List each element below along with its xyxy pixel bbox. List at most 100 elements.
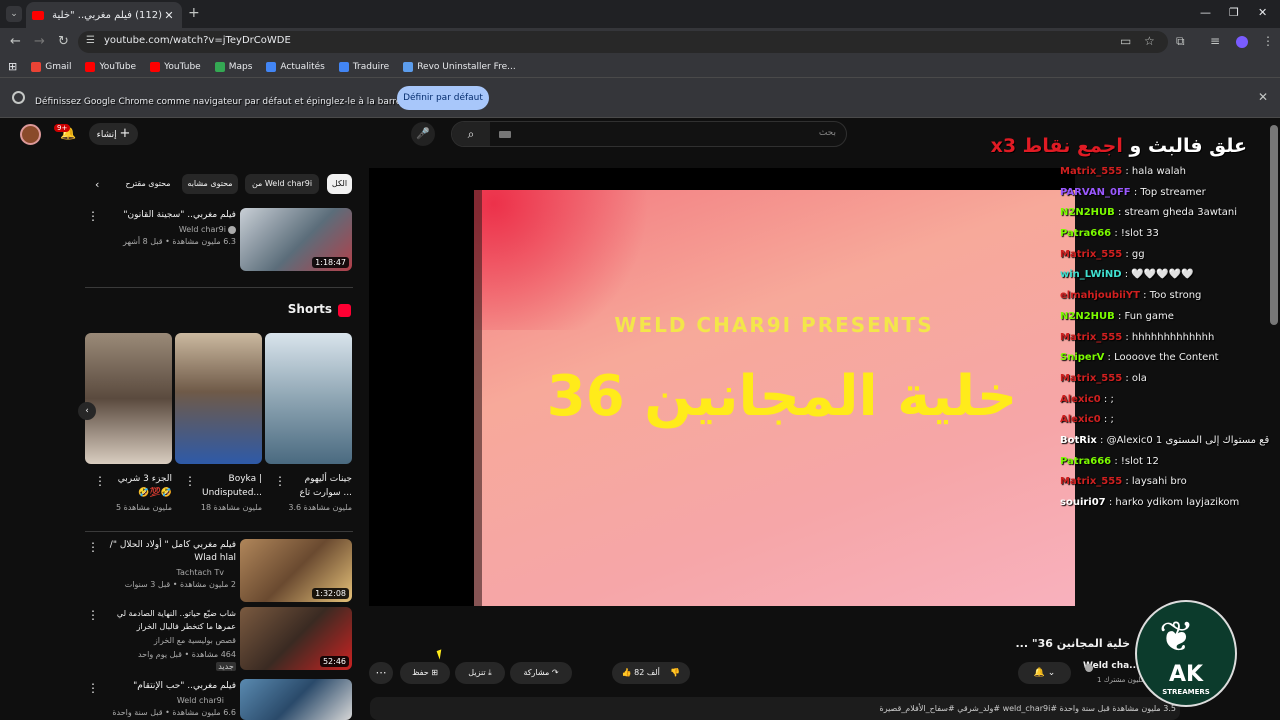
- more-options-icon[interactable]: ⋮: [184, 474, 196, 488]
- chat-separator: :: [1096, 434, 1107, 446]
- minimize-icon[interactable]: —: [1200, 6, 1211, 19]
- cast-icon[interactable]: ▭: [1120, 34, 1131, 48]
- site-info-icon[interactable]: ☰: [86, 35, 95, 46]
- bookmark-favicon-icon: [338, 61, 349, 72]
- apps-grid-icon[interactable]: ⊞: [8, 60, 17, 73]
- channel-name[interactable]: Tachtach Tv: [100, 568, 224, 577]
- video-meta: 6.6 مليون مشاهدة • قبل سنة واحدة: [112, 708, 236, 717]
- light-glow: [474, 190, 674, 330]
- restore-icon[interactable]: ❐: [1229, 6, 1239, 19]
- bookmark-item[interactable]: Revo Uninstaller Fre...: [403, 61, 516, 72]
- set-default-button[interactable]: Définir par défaut: [397, 86, 489, 110]
- verified-icon: [1085, 664, 1093, 672]
- close-tab-icon[interactable]: ✕: [162, 9, 176, 22]
- short-thumbnail-2[interactable]: [175, 333, 262, 464]
- save-button[interactable]: حفظ ⊞: [400, 662, 450, 684]
- short-title[interactable]: Boyka | Undisputed...: [196, 472, 262, 500]
- like-icon[interactable]: 👍: [622, 668, 632, 677]
- search-icon[interactable]: ⌕: [452, 122, 490, 146]
- account-avatar[interactable]: [20, 124, 41, 145]
- bookmark-label: YouTube: [99, 61, 137, 72]
- bookmark-item[interactable]: Gmail: [31, 61, 71, 72]
- infobar-message: Définissez Google Chrome comme navigateu…: [35, 97, 454, 107]
- save-icon: ⊞: [431, 668, 438, 677]
- bookmark-item[interactable]: Traduire: [338, 61, 390, 72]
- bookmark-star-icon[interactable]: ☆: [1144, 34, 1155, 48]
- reading-list-icon[interactable]: ≡: [1210, 34, 1220, 48]
- video-title[interactable]: فيلم مغربي.. "حب الإنتقام": [100, 680, 236, 693]
- chat-username: PARVAN_0FF: [1060, 186, 1131, 198]
- subscription-bell-button[interactable]: 🔔 ⌄: [1018, 662, 1071, 684]
- extensions-icon[interactable]: ⧉: [1176, 34, 1185, 49]
- bookmarks-bar: ⊞ Gmail YouTube YouTube Maps Actualités Tradu…: [0, 56, 1280, 78]
- bookmark-label: Traduire: [352, 61, 390, 72]
- video-thumbnail[interactable]: 1:32:08: [240, 539, 352, 602]
- chip-from-channel[interactable]: من Weld char9i: [245, 174, 319, 194]
- divider: [85, 531, 353, 532]
- more-options-icon[interactable]: ⋮: [87, 540, 99, 554]
- chat-username: Matrix_555: [1060, 331, 1123, 343]
- short-thumbnail-3[interactable]: [85, 333, 172, 464]
- bookmark-item[interactable]: YouTube: [85, 61, 137, 72]
- chrome-icon: [12, 91, 25, 104]
- more-options-icon[interactable]: ⋮: [94, 474, 106, 488]
- bookmark-item[interactable]: Maps: [214, 61, 252, 72]
- search-input[interactable]: ⌕ بحث: [451, 121, 847, 147]
- more-options-icon[interactable]: ⋮: [87, 681, 99, 695]
- dislike-icon[interactable]: 👎: [670, 668, 680, 677]
- bookmark-item[interactable]: YouTube: [150, 61, 201, 72]
- chip-suggested[interactable]: محتوى مقترح: [122, 174, 174, 194]
- channel-name[interactable]: Weld char9i: [100, 696, 224, 705]
- chat-separator: :: [1104, 352, 1115, 364]
- video-thumbnail[interactable]: 1:18:47: [240, 208, 352, 271]
- active-tab[interactable]: (112) فيلم مغربي.. "خلية الم... ✕: [26, 2, 182, 28]
- address-bar[interactable]: ☰ youtube.com/watch?v=jTeyDrCoWDE ▭ ☆: [78, 31, 1168, 53]
- create-button[interactable]: إنشاء +: [89, 123, 138, 145]
- video-title[interactable]: شاب ضيّع حياتو.. النهاية الصادمة لي عمره…: [100, 607, 236, 633]
- short-thumbnail-1[interactable]: [265, 333, 352, 464]
- more-options-icon[interactable]: ⋮: [87, 209, 99, 223]
- chrome-menu-icon[interactable]: ⋮: [1262, 34, 1274, 48]
- bookmark-favicon-icon: [403, 61, 414, 72]
- video-title[interactable]: فيلم مغربي.. "سجينة القانون": [100, 209, 236, 222]
- chat-message: Alexic0 : ;: [1060, 410, 1270, 431]
- short-title[interactable]: جينات أليهوم سوارت تاع ...: [286, 472, 352, 500]
- share-button[interactable]: مشاركة ↷: [510, 662, 572, 684]
- shorts-prev-icon[interactable]: ‹: [78, 402, 96, 420]
- video-player[interactable]: WELD CHAR9I PRESENTS خلية المجانين 36: [369, 168, 1075, 606]
- more-actions-icon[interactable]: ⋯: [369, 662, 393, 684]
- chat-message: Matrix_555 : hala walah: [1060, 162, 1270, 183]
- chip-all[interactable]: الكل: [327, 174, 352, 194]
- video-thumbnail[interactable]: 52:46: [240, 607, 352, 670]
- voice-search-icon[interactable]: 🎤: [411, 122, 435, 146]
- video-title[interactable]: فيلم مغربي كامل " أولاد الحلال "/ Wlad h…: [100, 539, 236, 565]
- short-title[interactable]: الجزء 3 شربي 🤣💯🤣: [106, 472, 172, 500]
- chat-message: Matrix_555 : hhhhhhhhhhhhh: [1060, 328, 1270, 349]
- description-box[interactable]: 3.5 مليون مشاهدة قبل سنة واحدة #weld_cha…: [370, 697, 1180, 720]
- channel-name[interactable]: Weld char9i: [110, 225, 226, 234]
- new-tab-icon[interactable]: +: [188, 5, 200, 21]
- mouse-cursor: [436, 649, 445, 660]
- chat-username: Patra666: [1060, 455, 1112, 467]
- bookmark-item[interactable]: Actualités: [266, 61, 325, 72]
- chat-text: !slot 33: [1120, 228, 1159, 240]
- like-dislike-button[interactable]: 👍 82 ألف 👎: [612, 662, 690, 684]
- more-options-icon[interactable]: ⋮: [274, 474, 286, 488]
- page-scrollbar[interactable]: [1270, 125, 1278, 325]
- shorts-heading: Shorts: [287, 302, 332, 316]
- chat-text: 🤍🤍🤍🤍🤍: [1131, 269, 1194, 281]
- chip-related[interactable]: محتوى مشابه: [182, 174, 238, 194]
- reload-icon[interactable]: ↻: [58, 34, 69, 49]
- close-window-icon[interactable]: ✕: [1258, 6, 1267, 19]
- keyboard-icon[interactable]: [499, 131, 511, 138]
- download-button[interactable]: تنزيل ⤓: [455, 662, 505, 684]
- chevron-left-icon[interactable]: ‹: [95, 178, 99, 191]
- channel-name[interactable]: قصص بوليسية مع الخراز: [100, 636, 236, 645]
- tab-search-button[interactable]: ⌄: [6, 6, 22, 22]
- profile-avatar[interactable]: [1236, 36, 1248, 48]
- close-infobar-icon[interactable]: ✕: [1258, 90, 1268, 104]
- back-icon[interactable]: ←: [10, 34, 21, 49]
- video-thumbnail[interactable]: [240, 679, 352, 720]
- forward-icon[interactable]: →: [34, 34, 45, 49]
- more-options-icon[interactable]: ⋮: [87, 608, 99, 622]
